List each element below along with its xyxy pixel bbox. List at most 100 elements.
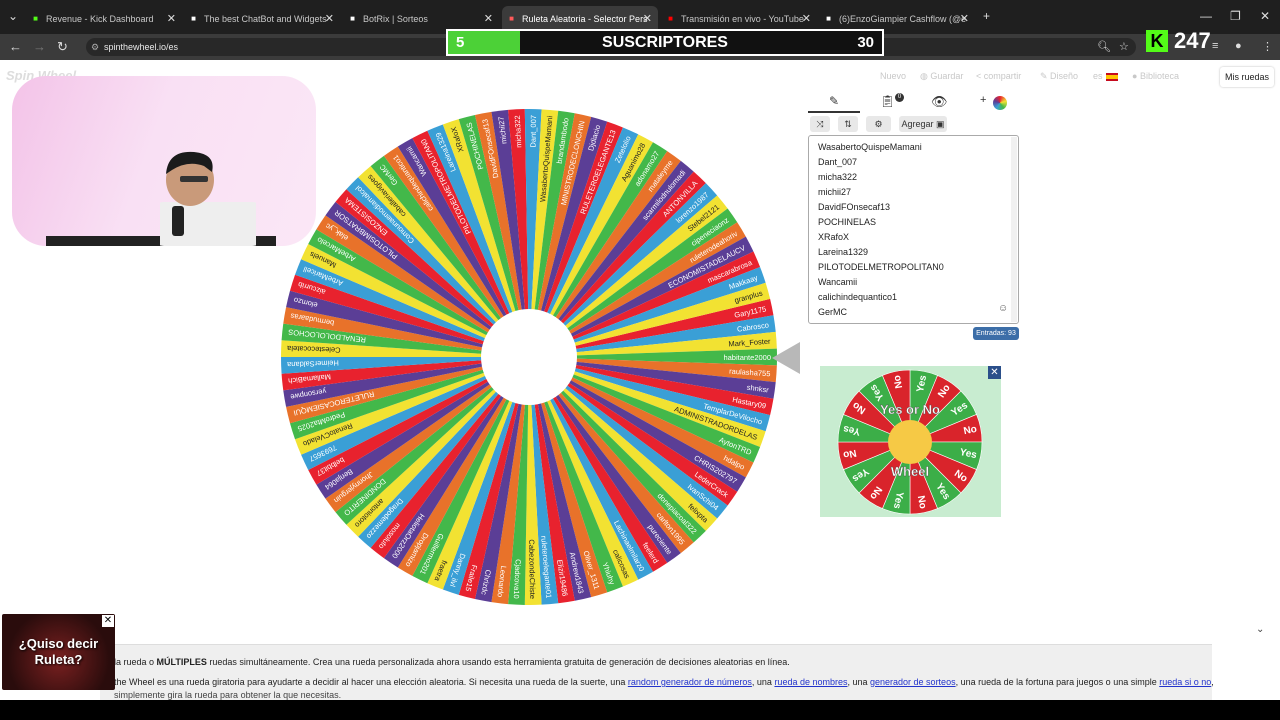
results-tab-icon[interactable]: 📋︎ <box>880 94 895 108</box>
entry-line: WasabertoQuispeMamani <box>818 142 922 152</box>
tab-search-icon[interactable]: ⌄ <box>8 9 18 23</box>
ad-close-button[interactable]: ✕ <box>988 366 1001 379</box>
footer-text: , una <box>847 677 871 687</box>
collapse-chevron-icon[interactable]: ⌄ <box>1256 624 1264 635</box>
botrix-icon: ■ <box>350 14 355 23</box>
entry-line: PILOTODELMETROPOLITAN0 <box>818 262 944 272</box>
menu-item[interactable]: Nuevo <box>880 71 906 81</box>
share-icon: < <box>976 71 984 81</box>
footer-text: , una rueda de la fortuna para juegos o … <box>955 677 1160 687</box>
back-icon[interactable]: ← <box>9 39 22 54</box>
menu-item-label: es <box>1093 71 1103 81</box>
emoji-icon[interactable]: ☺ <box>998 303 1008 314</box>
reload-icon[interactable]: ↻ <box>57 39 68 55</box>
color-palette-icon[interactable] <box>993 96 1007 110</box>
footer-line-2: the Wheel es una rueda giratoria para ay… <box>114 677 1214 687</box>
sort-button[interactable]: ⇅ <box>838 116 858 132</box>
wheel-icon: ■ <box>509 14 514 23</box>
menu-item[interactable]: ✎ Diseño <box>1040 71 1078 82</box>
wheel-label: HeimerSaldana <box>286 358 339 369</box>
tab-close-icon[interactable]: ✕ <box>167 6 176 32</box>
wheel-label: Celestecocatela <box>286 344 340 355</box>
add-wheel-icon[interactable]: + <box>980 94 986 106</box>
browser-tab[interactable]: ■ Revenue - Kick Dashboard ✕ <box>26 6 182 32</box>
menu-item[interactable]: < compartir <box>976 71 1021 81</box>
minimize-icon[interactable]: — <box>1200 9 1212 23</box>
tab-close-icon[interactable]: ✕ <box>960 6 969 32</box>
entry-line: calichindequantico1 <box>818 292 898 302</box>
raffle-generator-link[interactable]: generador de sorteos <box>870 677 956 687</box>
active-tab-underline <box>808 111 860 113</box>
tab-close-icon[interactable]: ✕ <box>325 6 334 32</box>
hide-icon[interactable]: 👁︎ <box>931 94 948 110</box>
tab-title: Revenue - Kick Dashboard <box>46 14 154 24</box>
menu-item[interactable]: es <box>1093 71 1118 81</box>
tab-title: BotRix | Sorteos <box>363 14 428 24</box>
yes-no-wheel-ad[interactable]: Yes No Yes No Yes No Yes No Yes No Yes No Yes No Yes No… <box>820 366 1001 517</box>
forward-icon[interactable]: → <box>33 39 46 54</box>
entry-line: POCHINELAS <box>818 217 877 227</box>
menu-item[interactable]: ◍ Guardar <box>920 71 963 82</box>
footer-line-1: la rueda o MÚLTIPLES ruedas simultáneame… <box>114 657 790 667</box>
close-window-icon[interactable]: ✕ <box>1260 9 1270 23</box>
entries-count-badge: Entradas: 93 <box>973 327 1019 340</box>
site-info-icon[interactable]: ⚙ <box>91 38 99 56</box>
image-settings-button[interactable]: ⚙ <box>866 116 891 132</box>
pencil-icon: ✎ <box>1040 71 1051 81</box>
browser-tab[interactable]: ■ The best ChatBot and Widgets ✕ <box>184 6 340 32</box>
menu-item-label: compartir <box>983 71 1022 81</box>
footer-text: the Wheel es una rueda giratoria para ay… <box>114 677 628 687</box>
entry-line: Lareina1329 <box>818 247 869 257</box>
wheel-center-hub[interactable] <box>481 309 577 405</box>
menu-item-label: Nuevo <box>880 71 907 81</box>
kick-icon: ■ <box>33 14 38 23</box>
bottom-strip <box>0 700 1280 720</box>
youtube-icon: ■ <box>668 14 673 23</box>
subscriber-label: SUSCRIPTORES <box>602 34 728 51</box>
url-text: spinthewheel.io/es <box>104 42 179 52</box>
entry-line: michii27 <box>818 187 852 197</box>
spin-wheel[interactable]: Gary1175CabroscoMark_Fosterhabitante2000… <box>279 107 779 607</box>
footer-text: , una <box>751 677 775 687</box>
tiktok-icon: ■ <box>826 14 831 23</box>
restore-icon[interactable]: ❐ <box>1230 9 1241 23</box>
entries-textarea[interactable]: WasabertoQuispeMamani Dant_007 micha322 mic… <box>808 135 1019 324</box>
yes-no-wheel-link[interactable]: rueda si o no <box>1159 677 1211 687</box>
save-icon: ◍ <box>920 71 931 81</box>
wheel-pointer <box>772 342 800 374</box>
browser-menu-icon[interactable]: ⋮ <box>1262 40 1273 53</box>
wheel-label: Dant_007 <box>529 115 539 148</box>
new-tab-button[interactable]: + <box>983 9 990 23</box>
screen: ⌄ ■ Revenue - Kick Dashboard ✕ ■ The best Ch… <box>0 0 1280 720</box>
subscriber-goal: 30 <box>857 34 874 51</box>
ruleta-promo-overlay[interactable]: ¿Quiso decir Ruleta? ✕ <box>2 614 115 690</box>
menu-item-label: Diseño <box>1050 71 1079 81</box>
profile-icon[interactable]: ● <box>1235 40 1242 52</box>
ad-title: Yes or No <box>880 402 940 417</box>
name-wheel-link[interactable]: rueda de nombres <box>774 677 847 687</box>
thinking-emoji-icon <box>888 420 932 464</box>
menu-item-label: Guardar <box>930 71 964 81</box>
kick-viewer-count: 247 <box>1174 28 1211 53</box>
subscriber-goal-bar: 5 SUSCRIPTORES 30 <box>446 29 884 56</box>
edit-entries-tab-icon[interactable]: ✎ <box>829 94 839 108</box>
wheel-label: micha322 <box>513 115 524 148</box>
menu-item-label: Biblioteca <box>1139 71 1179 81</box>
zoom-icon[interactable]: 🔍︎ <box>1097 40 1111 53</box>
random-number-link[interactable]: random generador de números <box>628 677 752 687</box>
entry-line: Dant_007 <box>818 157 858 167</box>
footer-text: la rueda o <box>114 657 157 667</box>
entries-scrollbar[interactable] <box>1011 137 1017 322</box>
bookmark-star-icon[interactable]: ☆ <box>1119 40 1129 53</box>
mis-ruedas-button[interactable]: Mis ruedas <box>1220 67 1274 87</box>
promo-close-button[interactable]: ✕ <box>102 615 114 627</box>
entry-line: GerMC <box>818 307 847 317</box>
menu-item[interactable]: ● Biblioteca <box>1132 71 1179 81</box>
media-icon[interactable]: ≡ <box>1212 40 1218 52</box>
add-image-button[interactable]: Agregar ▣ <box>899 116 947 132</box>
results-count-badge: 0 <box>895 93 904 102</box>
tab-title: (6)EnzoGiampier Cashflow (@e <box>839 14 967 24</box>
tab-title: Ruleta Aleatoria - Selector Pers <box>522 14 648 24</box>
botrix-icon: ■ <box>191 14 196 23</box>
shuffle-button[interactable]: ⤨ <box>810 116 830 132</box>
